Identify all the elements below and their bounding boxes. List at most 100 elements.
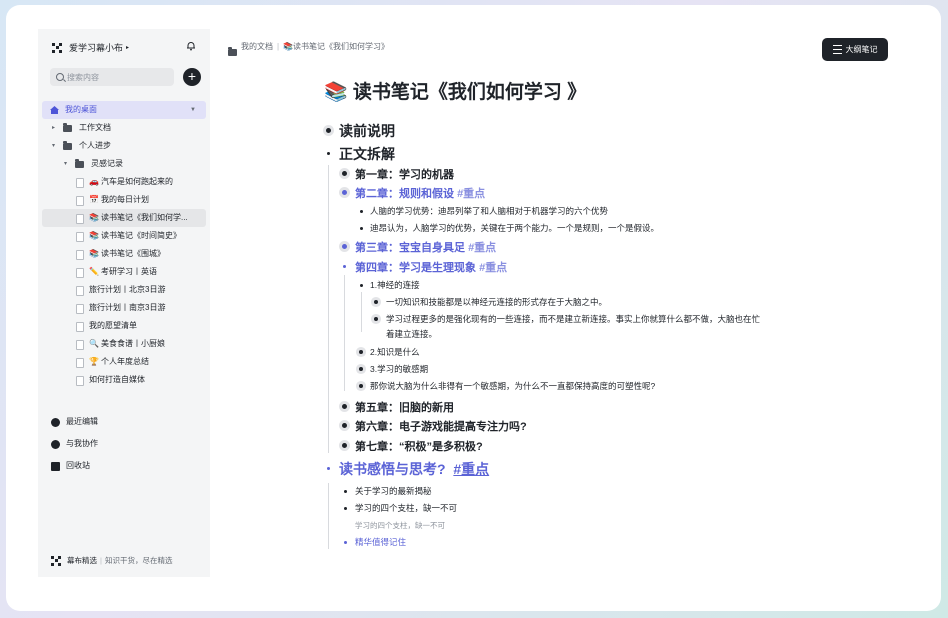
bullet[interactable] [360, 210, 363, 213]
sidebar-item-doc-selected[interactable]: 📚 读书笔记《我们如何学... [42, 209, 206, 227]
sidebar-item-label: 读书笔记《围城》 [100, 249, 165, 258]
bullet[interactable] [326, 128, 331, 133]
bullet[interactable] [342, 171, 347, 176]
sidebar-item-doc[interactable]: 旅行计划丨南京3日游 [42, 299, 206, 317]
clock-icon [51, 417, 60, 427]
bullet[interactable] [359, 367, 363, 371]
outline-item[interactable]: 那你说大脑为什么非得有一个敏感期，为什么不一直都保持高度的可塑性呢? [370, 380, 655, 392]
sidebar-item-doc[interactable]: ✏️ 考研学习丨英语 [42, 263, 206, 281]
sidebar-item-doc[interactable]: 🔍 美食食谱丨小厨娘 [42, 335, 206, 353]
sidebar-item-collab[interactable]: 与我协作 [51, 433, 98, 455]
sidebar-item-folder[interactable]: ▸ 工作文档 [42, 119, 206, 137]
outline-item[interactable]: 2.知识是什么 [370, 346, 420, 358]
outline-item[interactable]: 迪昂认为，人脑学习的优势，关键在于两个能力。一个是规则，一个是假设。 [370, 222, 659, 234]
outline-item[interactable]: 第一章：学习的机器 [355, 166, 454, 182]
outline-item[interactable]: 精华值得记住 [355, 536, 406, 548]
outline-notes-button[interactable]: 大纲笔记 [822, 38, 888, 61]
outline-item[interactable]: 人脑的学习优势：迪昂列举了和人脑相对于机器学习的六个优势 [370, 205, 608, 217]
bullet[interactable] [342, 443, 347, 448]
bullet[interactable] [343, 265, 346, 268]
outline-item[interactable]: 读书感悟与思考? #重点 [339, 459, 489, 479]
outline-item[interactable]: 第二章：规则和假设 #重点 [355, 185, 485, 201]
books-icon: 📚 [89, 249, 99, 258]
breadcrumb-root[interactable]: 我的文档 [241, 41, 273, 52]
tag-label[interactable]: #重点 [457, 188, 485, 200]
bullet[interactable] [327, 152, 330, 155]
outline-item[interactable]: 第六章：电子游戏能提高专注力吗? [355, 418, 527, 434]
outline-item[interactable]: 1.神经的连接 [370, 279, 420, 291]
search-input[interactable]: 搜索内容 [50, 68, 174, 86]
sidebar-item-label: 个人年度总结 [100, 357, 149, 366]
sidebar-item-doc[interactable]: 📅 我的每日计划 [42, 191, 206, 209]
bullet[interactable] [342, 244, 347, 249]
outline-item-note[interactable]: 学习的四个支柱，缺一不可 [355, 520, 445, 531]
outline-item[interactable]: 第七章：“积极”是多积极? [355, 438, 483, 454]
tag-label[interactable]: #重点 [468, 242, 496, 254]
bullet[interactable] [342, 404, 347, 409]
sidebar-item-label: 汽车是如何跑起来的 [100, 177, 173, 186]
bullet[interactable] [374, 317, 378, 321]
outline-item[interactable]: 第四章：学习是生理现象 #重点 [355, 259, 507, 275]
document-icon [76, 196, 84, 206]
bullet[interactable] [360, 284, 363, 287]
outline-item[interactable]: 一切知识和技能都是以神经元连接的形式存在于大脑之中。 [386, 296, 607, 308]
sidebar-item-doc[interactable]: 旅行计划丨北京3日游 [42, 281, 206, 299]
sidebar: 爱学习幕小布 ▸ 搜索内容 + 我的桌面 ▼ ▸ 工作文档 ▾ 个人进步 ▾ 灵… [38, 29, 210, 577]
document-icon [76, 322, 84, 332]
outline-item[interactable]: 学习的四个支柱，缺一不可 [355, 502, 457, 514]
outline-button-label: 大纲笔记 [845, 45, 878, 54]
sidebar-item-doc[interactable]: 📚 读书笔记《时间简史》 [42, 227, 206, 245]
chapter-title: 第二章：规则和假设 [355, 188, 454, 200]
outline-item[interactable]: 第五章：旧脑的新用 [355, 399, 454, 415]
outline-item[interactable]: 正文拆解 [339, 144, 395, 164]
outline-item[interactable]: 3.学习的敏感期 [370, 363, 428, 375]
footer-brand: 幕布精选 [67, 556, 97, 565]
sidebar-item-doc[interactable]: 🏆 个人年度总结 [42, 353, 206, 371]
sidebar-item-doc[interactable]: 📚 读书笔记《围城》 [42, 245, 206, 263]
document-icon [76, 214, 84, 224]
sidebar-item-label: 我的每日计划 [100, 195, 149, 204]
bullet[interactable] [374, 300, 378, 304]
section-title: 读书感悟与思考? [339, 461, 446, 477]
outline-item-continued[interactable]: 着建立连接。 [386, 328, 437, 340]
sidebar-item-doc[interactable]: 如何打造自媒体 [42, 371, 206, 389]
outline-item[interactable]: 第三章：宝宝自身具足 #重点 [355, 239, 496, 255]
page-title[interactable]: 📚 读书笔记《我们如何学习 》 [324, 77, 586, 104]
bullet[interactable] [342, 423, 347, 428]
breadcrumb-current[interactable]: 📚读书笔记《我们如何学习》 [283, 41, 389, 52]
bullet[interactable] [344, 507, 347, 510]
bullet[interactable] [327, 467, 330, 470]
bell-icon[interactable] [186, 41, 196, 51]
document-icon [76, 268, 84, 278]
sidebar-footer[interactable]: 幕布精选 | 知识干货，尽在精选 [51, 555, 172, 566]
sidebar-item-recent[interactable]: 最近编辑 [51, 411, 98, 433]
sidebar-item-folder[interactable]: ▾ 个人进步 [42, 137, 206, 155]
add-button[interactable]: + [183, 68, 201, 86]
tag-label[interactable]: #重点 [479, 262, 507, 274]
bullet[interactable] [342, 190, 347, 195]
bullet[interactable] [344, 490, 347, 493]
sidebar-item-trash[interactable]: 回收站 [51, 455, 98, 477]
sidebar-item-doc[interactable]: 我的愿望清单 [42, 317, 206, 335]
outline-item[interactable]: 关于学习的最新揭秘 [355, 485, 432, 497]
bullet[interactable] [359, 384, 363, 388]
sidebar-item-label: 读书笔记《我们如何学... [100, 213, 188, 222]
tag-label[interactable]: #重点 [453, 461, 489, 477]
outline-item[interactable]: 读前说明 [339, 121, 395, 141]
outline-item[interactable]: 学习过程更多的是强化现有的一些连接，而不是建立新连接。事实上你就算什么都不做，大… [386, 313, 760, 325]
bullet[interactable] [360, 227, 363, 230]
mubu-logo-icon [52, 42, 62, 53]
bullet[interactable] [359, 350, 363, 354]
workspace-switcher[interactable]: 爱学习幕小布 ▸ [52, 41, 129, 54]
sidebar-item-doc[interactable]: 🚗 汽车是如何跑起来的 [42, 173, 206, 191]
chevron-right-icon[interactable]: ▸ [52, 119, 55, 137]
sidebar-item-label: 旅行计划丨南京3日游 [89, 303, 166, 312]
home-icon [50, 106, 59, 114]
bullet[interactable] [344, 541, 347, 544]
guide-line [344, 275, 345, 391]
chevron-down-icon[interactable]: ▾ [64, 155, 67, 173]
sidebar-item-desk[interactable]: 我的桌面 ▼ [42, 101, 206, 119]
trash-icon [51, 461, 60, 471]
sidebar-item-folder[interactable]: ▾ 灵感记录 [42, 155, 206, 173]
chevron-down-icon[interactable]: ▾ [52, 137, 55, 155]
